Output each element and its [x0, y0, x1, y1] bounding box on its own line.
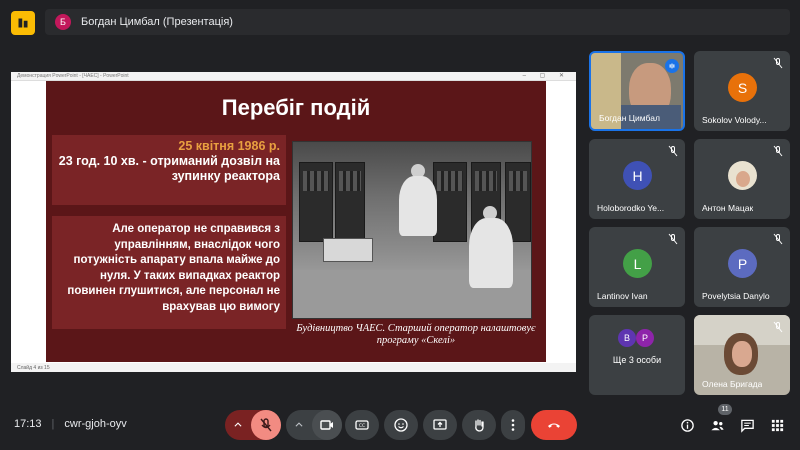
- operator-figure: [469, 218, 513, 288]
- people-icon: [710, 420, 724, 430]
- hand-icon: [475, 419, 484, 432]
- participant-tile-olena[interactable]: Олена Бригада: [694, 315, 790, 395]
- participant-name: Holoborodko Ye...: [597, 203, 665, 213]
- equipment-rack: [335, 162, 365, 242]
- speaking-indicator-icon: [665, 59, 679, 73]
- participant-photo: [728, 161, 757, 190]
- raise-hand-button[interactable]: [462, 410, 496, 440]
- meeting-details-button[interactable]: [678, 416, 696, 434]
- mic-control-group: [225, 410, 281, 440]
- presentation-bar[interactable]: Б Богдан Цимбал (Презентація): [45, 9, 790, 35]
- event-text: 23 год. 10 хв. - отриманий дозвіл на зуп…: [58, 154, 280, 183]
- more-vert-icon: [511, 419, 515, 431]
- participant-avatar: В: [618, 329, 636, 347]
- participant-tile-sokolov[interactable]: S Sokolov Volody...: [694, 51, 790, 131]
- chevron-up-icon: [234, 422, 242, 427]
- participant-name: Антон Мацак: [702, 203, 754, 213]
- operator-figure: [399, 176, 437, 236]
- chat-icon: [740, 419, 754, 433]
- more-participants-tile[interactable]: В P Ще 3 особи: [589, 315, 685, 395]
- participant-avatar: H: [623, 161, 652, 190]
- camera-icon: [320, 420, 333, 430]
- leave-call-button[interactable]: [531, 410, 577, 440]
- clock: 17:13: [14, 418, 42, 430]
- photo-caption: Будівництво ЧАЕС. Старший оператор налаш…: [296, 323, 536, 346]
- mic-off-icon: [773, 233, 783, 245]
- more-avatars: В P: [618, 329, 654, 347]
- participant-name: Олена Бригада: [702, 379, 763, 389]
- mic-off-icon: [773, 57, 783, 69]
- typewriter: [323, 238, 373, 262]
- mic-off-icon: [260, 418, 272, 432]
- equipment-rack: [299, 162, 333, 242]
- mic-off-icon: [668, 233, 678, 245]
- body-box: Але оператор не справився з управлінням,…: [52, 216, 286, 329]
- info-icon: [680, 418, 694, 432]
- more-options-button[interactable]: [501, 410, 525, 440]
- participant-avatar: S: [728, 73, 757, 102]
- slide: Перебіг подій 25 квітня 1986 р. 23 год. …: [46, 81, 546, 362]
- meeting-info: 17:13 | cwr-gjoh-oyv: [14, 418, 137, 430]
- participant-name: Sokolov Volody...: [702, 115, 767, 125]
- divider: |: [51, 418, 55, 430]
- mic-options-button[interactable]: [225, 410, 251, 440]
- window-controls-icon: – ▢ ✕: [522, 73, 570, 79]
- end-call-icon: [548, 423, 560, 428]
- event-box: 25 квітня 1986 р. 23 год. 10 хв. - отрим…: [52, 135, 286, 205]
- participant-avatar: P: [728, 249, 757, 278]
- mic-off-icon: [668, 145, 678, 157]
- participant-name: Lantinov Ivan: [597, 291, 648, 301]
- equipment-rack: [433, 162, 467, 242]
- participant-name: Богдан Цимбал: [599, 113, 660, 123]
- svg-text:CC: CC: [359, 423, 365, 429]
- presenter-avatar: Б: [55, 14, 71, 30]
- meet-window: Б Богдан Цимбал (Презентація) Демонстрац…: [0, 0, 800, 450]
- meet-logo-icon[interactable]: [11, 11, 35, 35]
- event-date: 25 квітня 1986 р.: [178, 139, 280, 153]
- mic-off-icon: [773, 145, 783, 157]
- presentation-title: Богдан Цимбал (Презентація): [81, 16, 233, 28]
- captions-button[interactable]: CC: [345, 410, 379, 440]
- participant-face: [735, 170, 750, 187]
- present-screen-icon: [433, 419, 447, 430]
- participant-face: [732, 341, 752, 367]
- participant-count-badge: 11: [718, 404, 732, 415]
- people-button[interactable]: [708, 416, 726, 434]
- closed-captions-icon: CC: [355, 420, 369, 430]
- chat-button[interactable]: [738, 416, 756, 434]
- meeting-code: cwr-gjoh-oyv: [64, 418, 127, 430]
- ppt-titlebar: Демонстрация PowerPoint - [ЧАЕС] - Power…: [11, 72, 576, 81]
- more-participants-label: Ще 3 особи: [612, 355, 662, 365]
- present-button[interactable]: [423, 410, 457, 440]
- camera-control-group: [286, 410, 342, 440]
- slide-title: Перебіг подій: [221, 95, 371, 120]
- emoji-icon: [394, 418, 408, 432]
- ppt-statusbar: Слайд 4 из 15: [11, 363, 576, 372]
- shared-screen: Демонстрация PowerPoint - [ЧАЕС] - Power…: [11, 72, 576, 372]
- participant-name: Povelytsia Danylo: [702, 291, 770, 301]
- mic-toggle-button[interactable]: [251, 410, 281, 440]
- participant-tile-lantinov[interactable]: L Lantinov Ivan: [589, 227, 685, 307]
- reactions-button[interactable]: [384, 410, 418, 440]
- control-room-photo: [292, 141, 532, 319]
- activities-button[interactable]: [768, 416, 786, 434]
- ppt-window-title: Демонстрация PowerPoint - [ЧАЕС] - Power…: [17, 73, 129, 79]
- camera-options-button[interactable]: [286, 410, 312, 440]
- chevron-up-icon: [295, 422, 303, 427]
- participant-tile-bohdan[interactable]: Богдан Цимбал: [589, 51, 685, 131]
- camera-toggle-button[interactable]: [312, 410, 342, 440]
- participant-tile-holoborodko[interactable]: H Holoborodko Ye...: [589, 139, 685, 219]
- apps-grid-icon: [771, 419, 783, 431]
- participant-tile-povelytsia[interactable]: P Povelytsia Danylo: [694, 227, 790, 307]
- mic-off-icon: [773, 321, 783, 333]
- participant-avatar: L: [623, 249, 652, 278]
- participant-tile-antin[interactable]: Антон Мацак: [694, 139, 790, 219]
- participant-avatar: P: [636, 329, 654, 347]
